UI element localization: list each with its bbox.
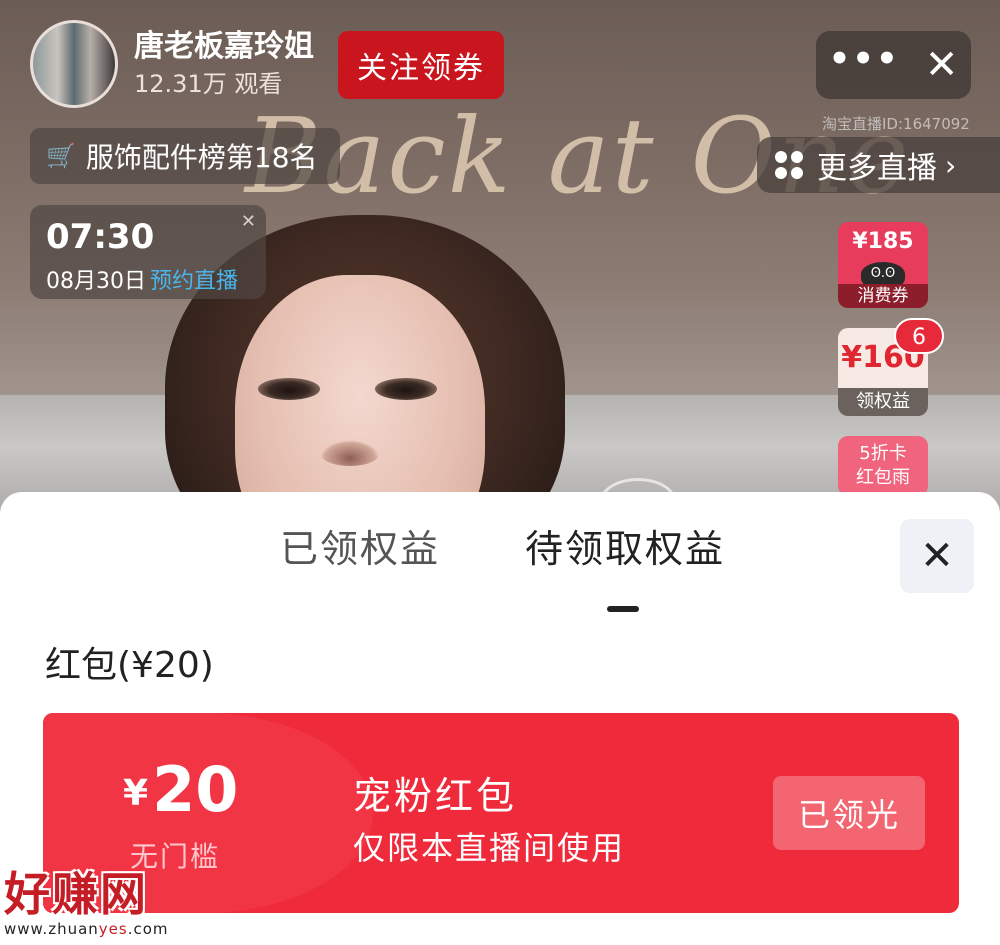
active-tab-indicator [607,606,639,612]
stream-id: 淘宝直播ID:1647092 [822,115,970,133]
watermark-url: www.zhuanyes.com [4,920,169,938]
schedule-date: 08月30日 [46,269,146,294]
consumer-coupon-card[interactable]: ¥185 ʘ.ʘ 消费券 [838,222,928,308]
close-icon: ✕ [920,533,954,579]
close-icon[interactable]: ✕ [925,42,959,88]
more-live-label: 更多直播 [817,151,937,186]
coupon-currency: ¥ [123,773,149,814]
tmall-cat-icon: ʘ.ʘ [861,262,905,286]
benefits-label: 领权益 [838,388,928,416]
host-eye-left [258,378,320,400]
dismiss-icon[interactable]: ✕ [241,211,256,232]
grid-icon [775,151,803,179]
red-packet-rain-line2: 红包雨 [856,467,910,488]
coupon-amount: ¥20 [123,753,238,826]
tab-pending-benefits[interactable]: 待领取权益 [525,518,725,573]
cart-icon: 🛒 [46,142,76,170]
live-schedule-card[interactable]: 07:30 08月30日 预约直播 ✕ [30,205,266,299]
host-name: 唐老板嘉玲姐 [134,29,314,64]
consumer-coupon-label: 消费券 [838,284,928,308]
host-nose [320,440,380,466]
coupon-title: 宠粉红包 [353,774,518,818]
host-eye-right [375,378,437,400]
schedule-time: 07:30 [46,217,155,257]
watermark-brand: 好赚网 [4,867,148,921]
sheet-tabs: 已领权益 待领取权益 [0,518,1000,612]
tab-claimed-benefits[interactable]: 已领权益 [280,518,440,573]
more-options-icon[interactable]: ••• [829,39,900,79]
host-avatar[interactable] [30,20,118,108]
sheet-close-button[interactable]: ✕ [900,519,974,593]
rank-badge[interactable]: 🛒 服饰配件榜第18名 [30,128,340,184]
section-title: 红包(¥20) [45,645,214,686]
coupon-description: 仅限本直播间使用 [353,829,626,867]
site-watermark: 好赚网 www.zhuanyes.com [4,858,204,938]
red-packet-rain-card[interactable]: 5折卡 红包雨 [838,436,928,496]
host-info-pill[interactable]: 唐老板嘉玲姐 12.31万 观看 [30,20,314,108]
rank-label: 服饰配件榜第18名 [85,141,318,174]
reserve-live-link[interactable]: 预约直播 [150,269,238,294]
coupon-value: 20 [152,753,239,826]
chevron-right-icon: › [945,148,957,182]
follow-button[interactable]: 关注领券 [338,31,504,99]
red-packet-rain-line1: 5折卡 [859,443,907,464]
coupon-claimed-button[interactable]: 已领光 [773,776,925,850]
more-live-button[interactable]: 更多直播 › [757,137,1000,193]
benefits-count-badge: 6 [894,318,944,354]
consumer-coupon-amount: ¥185 [852,229,914,254]
top-controls: ••• ✕ [816,31,971,99]
viewer-count: 12.31万 观看 [134,70,283,98]
